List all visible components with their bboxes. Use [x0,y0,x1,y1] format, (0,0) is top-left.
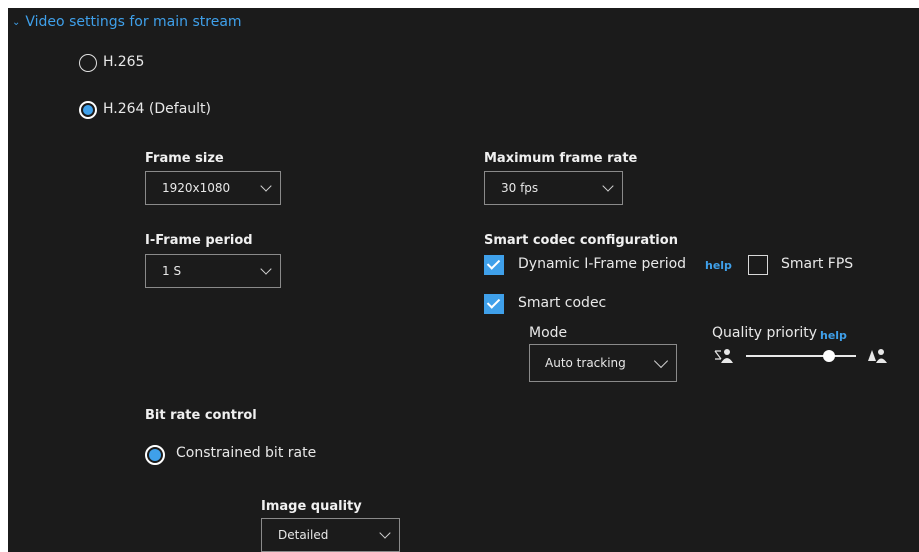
frame-size-value: 1920x1080 [162,181,231,195]
quality-priority-label: Quality priority [712,325,817,341]
constrained-bit-rate-label: Constrained bit rate [176,445,317,461]
bit-rate-control-label: Bit rate control [145,408,257,423]
h265-label: H.265 [103,54,145,70]
h264-label: H.264 (Default) [103,101,211,117]
high-quality-icon [868,349,887,363]
dynamic-iframe-label: Dynamic I-Frame period [518,256,687,272]
image-quality-label: Image quality [261,499,362,514]
section-title: Video settings for main stream [25,14,242,30]
frame-size-select[interactable]: 1920x1080 [145,171,281,205]
iframe-period-select[interactable]: 1 S [145,254,281,288]
image-quality-value: Detailed [278,528,329,542]
constrained-bit-rate-radio[interactable] [145,445,165,465]
image-quality-select[interactable]: Detailed [261,518,400,552]
smart-codec-label: Smart codec [518,295,607,311]
smart-fps-checkbox[interactable] [748,255,768,275]
smart-codec-config-label: Smart codec configuration [484,233,678,248]
slider-track [746,355,856,357]
h265-radio[interactable] [79,54,97,72]
smart-codec-checkbox[interactable] [484,294,504,314]
section-header[interactable]: ⌄ Video settings for main stream [12,12,242,32]
chevron-down-icon [379,527,391,539]
dynamic-iframe-checkbox[interactable] [484,255,504,275]
chevron-down-icon [260,180,272,192]
chevron-down-icon [260,263,272,275]
low-quality-icon [714,349,733,363]
frame-size-label: Frame size [145,151,224,166]
chevron-down-icon [602,180,614,192]
max-frame-rate-label: Maximum frame rate [484,151,638,166]
smart-fps-label: Smart FPS [781,256,854,272]
mode-select[interactable]: Auto tracking [529,344,677,382]
mode-label: Mode [529,325,568,341]
h264-radio[interactable] [79,101,97,119]
mode-value: Auto tracking [545,356,626,370]
video-settings-panel: ⌄ Video settings for main stream H.265 H… [8,8,919,552]
iframe-period-label: I-Frame period [145,233,253,248]
iframe-period-value: 1 S [162,264,182,278]
max-frame-rate-value: 30 fps [501,181,539,195]
quality-priority-slider[interactable] [746,348,856,364]
max-frame-rate-select[interactable]: 30 fps [484,171,623,205]
dynamic-iframe-help-link[interactable]: help [705,259,732,272]
chevron-down-icon: ⌄ [12,16,21,28]
chevron-down-icon [653,353,669,369]
slider-thumb[interactable] [822,350,835,362]
quality-priority-help-link[interactable]: help [820,329,847,342]
